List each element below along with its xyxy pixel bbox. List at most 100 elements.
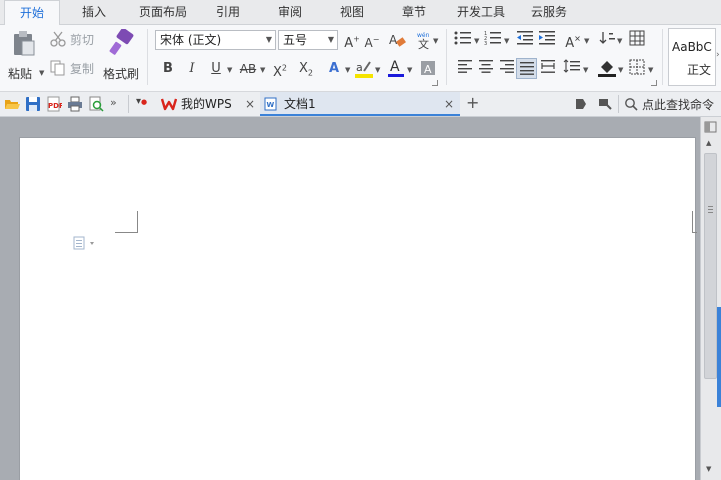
style-normal[interactable]: AaBbC 正文	[668, 28, 716, 86]
table-button[interactable]	[627, 30, 647, 50]
chevron-down-icon[interactable]: ▼	[39, 69, 44, 77]
chevron-down-icon[interactable]: ▼	[474, 37, 479, 45]
tab-my-wps[interactable]: 我的WPS ×	[157, 92, 259, 116]
pin-window-icon[interactable]	[598, 98, 612, 110]
customize-toolbar-icon[interactable]: ▾●	[136, 96, 147, 107]
align-center-button[interactable]	[476, 59, 496, 79]
change-case-button[interactable]: A✕	[562, 30, 584, 52]
font-size-select[interactable]: 五号 ▼	[278, 30, 338, 50]
sort-icon	[599, 32, 615, 44]
vertical-scrollbar[interactable]: ▲ ▼	[700, 117, 721, 480]
scrollbar-thumb[interactable]	[704, 153, 717, 379]
print-icon[interactable]	[67, 96, 83, 112]
format-painter-button[interactable]: 格式刷	[103, 29, 141, 87]
divider	[618, 95, 619, 113]
decrease-indent-button[interactable]	[515, 30, 535, 50]
chevron-down-icon[interactable]: ▼	[260, 66, 265, 74]
tab-review[interactable]: 审阅	[268, 0, 312, 24]
chevron-right-icon[interactable]: ›	[716, 50, 720, 60]
tab-references[interactable]: 引用	[206, 0, 250, 24]
style-name: 正文	[687, 63, 712, 77]
paste-button[interactable]: 粘贴 ▼	[8, 29, 44, 87]
italic-button[interactable]: I	[182, 59, 202, 79]
more-commands-icon[interactable]: »	[110, 96, 117, 109]
line-spacing-button[interactable]	[562, 59, 582, 79]
numbering-button[interactable]: 1 2 3	[483, 30, 503, 50]
tab-developer[interactable]: 开发工具	[450, 0, 512, 24]
svg-text:A: A	[424, 63, 432, 76]
shrink-font-button[interactable]: A−	[362, 30, 382, 50]
bullets-button[interactable]	[453, 30, 473, 50]
paragraph-options-icon[interactable]	[73, 236, 99, 250]
paragraph-dialog-launcher[interactable]	[651, 80, 657, 86]
underline-button[interactable]: U	[206, 59, 226, 79]
cut-button[interactable]: 剪切	[50, 30, 100, 48]
side-panel-handle[interactable]	[717, 307, 721, 407]
quick-access-bar: PDF » ▾● 我的WPS × W 文档1 × + 点此查找命令	[0, 92, 721, 117]
shading-button[interactable]	[597, 58, 617, 78]
strikethrough-button[interactable]: AB	[236, 59, 260, 79]
open-folder-icon[interactable]	[4, 96, 20, 112]
chevron-down-icon[interactable]: ▼	[345, 66, 350, 74]
document-page[interactable]	[19, 137, 697, 480]
align-left-button[interactable]	[455, 59, 475, 79]
new-tab-icon[interactable]: +	[466, 93, 479, 112]
tab-insert[interactable]: 插入	[68, 0, 120, 24]
grow-font-button[interactable]: A+	[342, 30, 362, 51]
scroll-down-icon[interactable]: ▼	[706, 465, 711, 473]
close-icon[interactable]: ×	[444, 92, 454, 116]
scroll-up-icon[interactable]: ▲	[706, 139, 711, 147]
font-family-value: 宋体 (正文)	[160, 33, 222, 47]
increase-indent-button[interactable]	[537, 30, 557, 50]
tab-chapter[interactable]: 章节	[392, 0, 436, 24]
font-dialog-launcher[interactable]	[432, 80, 438, 86]
chevron-down-icon[interactable]: ▼	[375, 66, 380, 74]
justify-button[interactable]	[516, 58, 537, 79]
bold-icon: B	[163, 61, 173, 76]
highlight-button[interactable]: a	[354, 59, 374, 79]
margin-mark-right	[692, 211, 697, 233]
clear-format-button[interactable]: A	[387, 30, 407, 50]
tab-page-layout[interactable]: 页面布局	[130, 0, 196, 24]
document-view-icon[interactable]	[575, 98, 587, 110]
chevron-down-icon[interactable]: ▼	[504, 37, 509, 45]
change-case-icon: A✕	[565, 35, 581, 52]
font-family-select[interactable]: 宋体 (正文) ▼	[155, 30, 276, 50]
chevron-down-icon[interactable]: ▼	[227, 66, 232, 74]
tab-view[interactable]: 视图	[330, 0, 374, 24]
tab-document1[interactable]: W 文档1 ×	[260, 92, 460, 116]
chevron-down-icon[interactable]: ▼	[617, 37, 622, 45]
superscript-button[interactable]: X2	[270, 59, 290, 80]
chevron-down-icon[interactable]: ▼	[648, 66, 653, 74]
highlighter-icon: a	[355, 61, 373, 78]
font-color-icon: A	[388, 59, 404, 77]
chevron-down-icon[interactable]: ▼	[407, 66, 412, 74]
indent-icon	[539, 31, 555, 45]
close-icon[interactable]: ×	[245, 92, 255, 116]
command-search[interactable]: 点此查找命令	[623, 96, 721, 112]
export-pdf-icon[interactable]: PDF	[46, 96, 62, 112]
chevron-down-icon[interactable]: ▼	[433, 37, 438, 45]
subscript-icon: X2	[299, 61, 313, 78]
print-preview-icon[interactable]	[88, 96, 104, 112]
line-spacing-icon	[563, 59, 580, 73]
borders-button[interactable]	[627, 59, 647, 79]
sort-button[interactable]	[598, 30, 618, 50]
panel-toggle-icon[interactable]	[704, 121, 717, 133]
chevron-down-icon[interactable]: ▼	[583, 66, 588, 74]
text-effect-button[interactable]: A	[324, 59, 344, 79]
tab-home[interactable]: 开始	[4, 0, 60, 26]
character-shading-button[interactable]: A	[418, 59, 438, 79]
align-right-button[interactable]	[497, 59, 517, 79]
copy-button[interactable]: 复制	[50, 59, 100, 77]
chevron-down-icon[interactable]: ▼	[584, 37, 589, 45]
search-icon	[625, 98, 638, 111]
cut-label: 剪切	[70, 33, 95, 47]
bold-button[interactable]: B	[158, 59, 178, 79]
distributed-align-button[interactable]	[538, 59, 558, 79]
chevron-down-icon[interactable]: ▼	[618, 66, 623, 74]
save-icon[interactable]	[25, 96, 41, 112]
tab-cloud-services[interactable]: 云服务	[524, 0, 574, 24]
font-color-button[interactable]: A	[386, 57, 406, 77]
subscript-button[interactable]: X2	[296, 59, 316, 79]
